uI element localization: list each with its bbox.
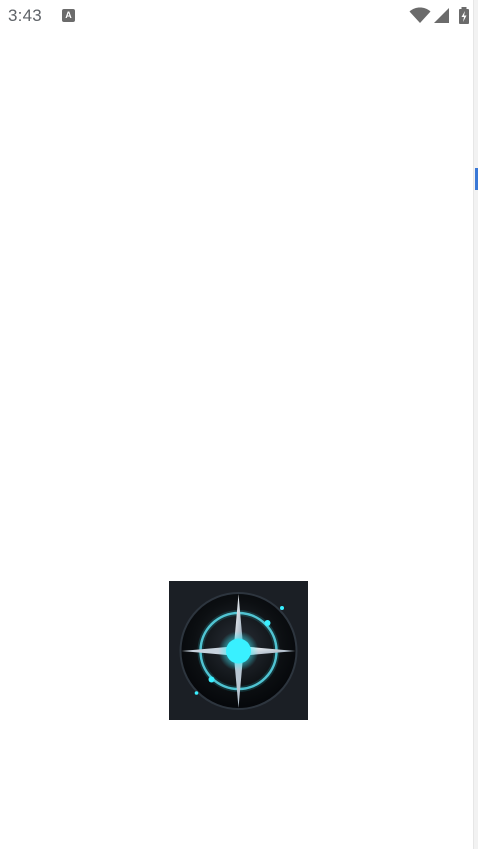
cellular-signal-icon (434, 8, 449, 23)
right-edge-strip (473, 0, 478, 849)
a-notification-icon: A (62, 9, 75, 22)
battery-charging-icon (459, 7, 469, 24)
status-bar: 3:43 A (0, 0, 478, 32)
status-time: 3:43 (8, 6, 42, 25)
wifi-icon (409, 7, 431, 23)
compass-logo-icon (169, 581, 308, 720)
